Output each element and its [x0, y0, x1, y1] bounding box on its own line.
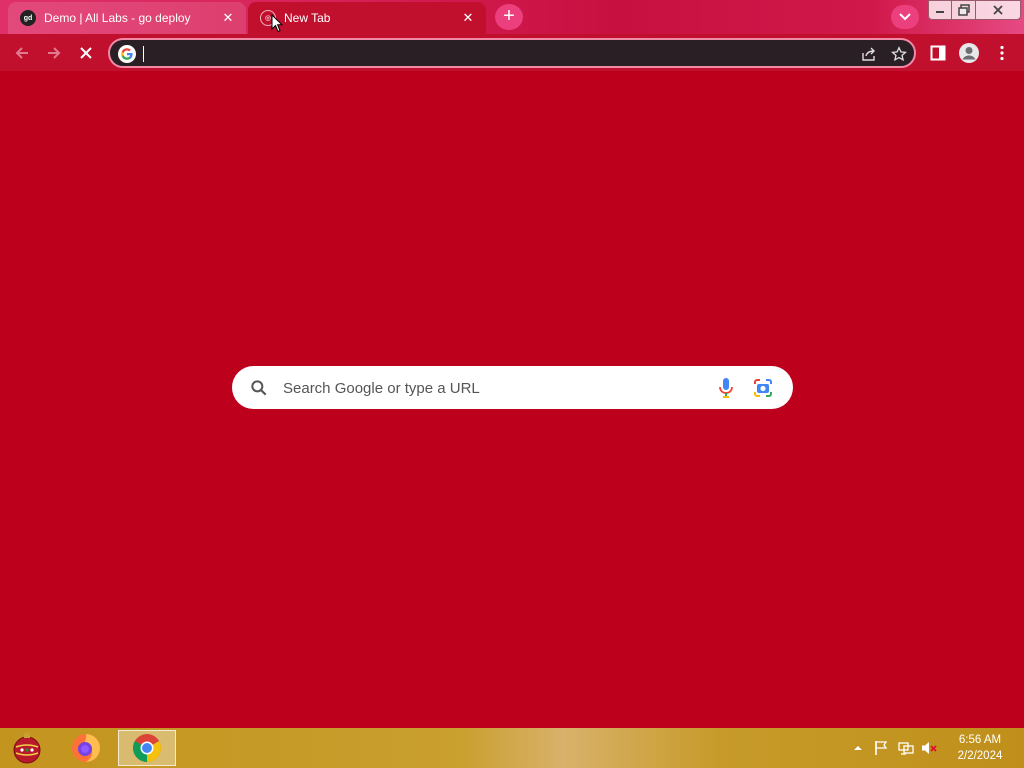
share-icon: [862, 47, 875, 61]
star-icon: [891, 46, 907, 62]
google-lens-icon[interactable]: [752, 377, 774, 399]
bookmark-button[interactable]: [888, 44, 910, 64]
taskbar-firefox[interactable]: [62, 730, 110, 766]
minimize-button[interactable]: [928, 0, 952, 20]
back-button[interactable]: [8, 39, 36, 67]
mouse-cursor-icon: [271, 14, 283, 33]
chrome-icon: [133, 734, 161, 762]
text-caret: [143, 46, 144, 62]
share-button[interactable]: [858, 44, 880, 64]
clock-time: 6:56 AM: [958, 734, 1002, 746]
volume-muted-icon: [922, 742, 937, 754]
search-icon: [251, 380, 267, 396]
close-tab-icon[interactable]: ✕: [460, 10, 476, 26]
avatar-icon: [959, 43, 979, 63]
restore-button[interactable]: [951, 0, 976, 20]
restore-icon: [957, 4, 970, 16]
network-button[interactable]: [897, 740, 915, 756]
tab-go-deploy[interactable]: gd Demo | All Labs - go deploy ✕: [8, 2, 246, 34]
tab-title: New Tab: [284, 11, 331, 25]
taskbar-chrome[interactable]: [118, 730, 176, 766]
chevron-up-icon: [854, 746, 862, 750]
new-tab-button[interactable]: +: [495, 4, 523, 30]
start-ornament-icon[interactable]: [10, 731, 44, 765]
arrow-left-icon: [15, 47, 28, 59]
network-icon: [898, 742, 914, 755]
clock-date: 2/2/2024: [957, 750, 1003, 762]
profile-button[interactable]: [955, 39, 983, 67]
menu-button[interactable]: [988, 39, 1016, 67]
flag-icon: [875, 741, 888, 755]
volume-button[interactable]: [920, 740, 938, 756]
action-center-button[interactable]: [872, 740, 890, 756]
ntp-search-input[interactable]: [283, 377, 703, 399]
browser-toolbar: [0, 34, 1024, 71]
tab-new-tab[interactable]: ◎ New Tab ✕: [248, 2, 486, 34]
side-panel-icon: [930, 45, 946, 61]
tab-title: Demo | All Labs - go deploy: [44, 11, 191, 25]
address-input[interactable]: [146, 43, 846, 63]
address-bar[interactable]: [108, 38, 916, 68]
tab-search-button[interactable]: [891, 5, 919, 29]
firefox-icon: [72, 734, 100, 762]
minimize-icon: [936, 11, 944, 13]
close-icon: [80, 47, 92, 59]
tab-strip: gd Demo | All Labs - go deploy ✕ ◎ New T…: [0, 0, 1024, 34]
stop-loading-button[interactable]: [72, 39, 100, 67]
close-tab-icon[interactable]: ✕: [220, 10, 236, 26]
show-hidden-icons-button[interactable]: [849, 740, 867, 756]
side-panel-button[interactable]: [924, 39, 952, 67]
go-deploy-logo-icon: gd: [20, 10, 36, 26]
microphone-icon[interactable]: [718, 377, 734, 399]
google-g-icon: [118, 45, 136, 63]
system-clock[interactable]: 6:56 AM 2/2/2024: [948, 732, 1012, 764]
close-window-button[interactable]: [975, 0, 1021, 20]
more-vertical-icon: [1000, 45, 1004, 61]
taskbar: 6:56 AM 2/2/2024: [0, 728, 1024, 768]
forward-button[interactable]: [40, 39, 68, 67]
close-icon: [993, 5, 1003, 15]
arrow-right-icon: [48, 47, 61, 59]
chevron-down-icon: [899, 13, 911, 21]
ntp-search-box[interactable]: [232, 366, 793, 409]
